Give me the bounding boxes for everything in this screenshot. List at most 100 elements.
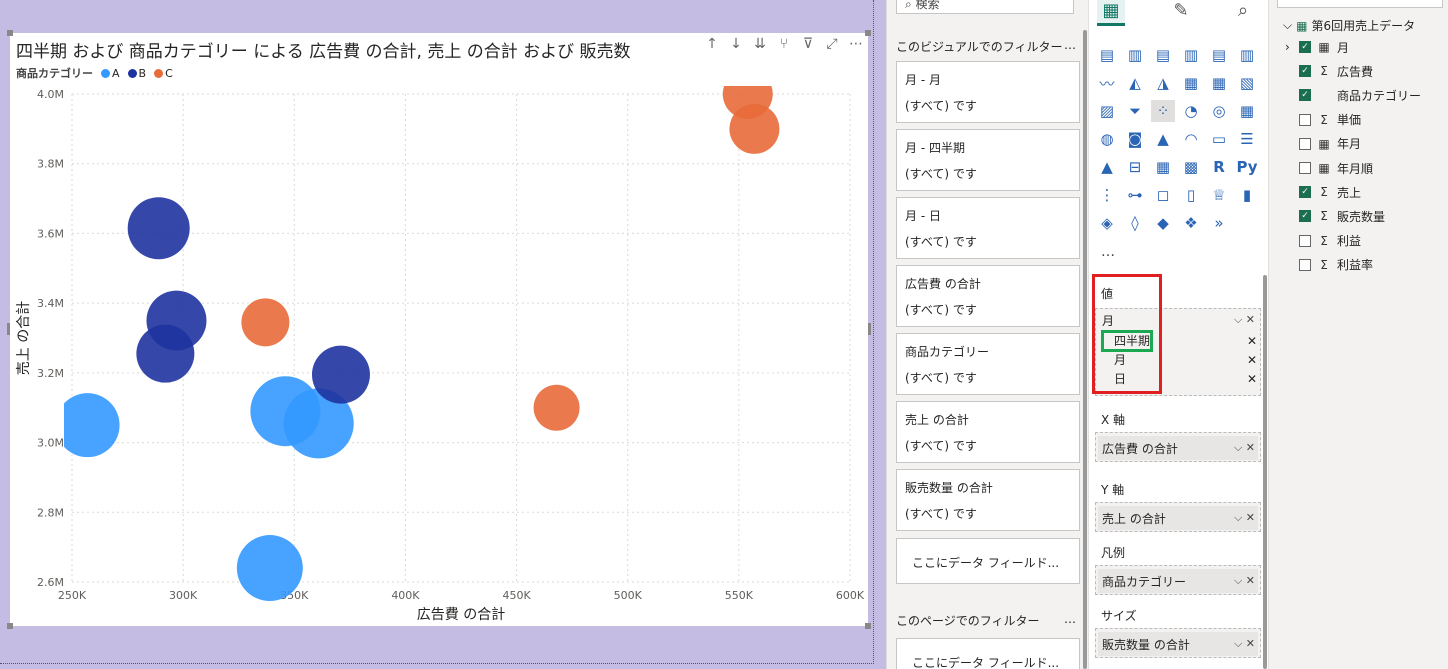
- y-axis-well[interactable]: 売上 の合計 ⌵ ✕: [1095, 502, 1261, 532]
- filter-icon[interactable]: ⊽: [800, 36, 816, 52]
- smart-narrative-icon[interactable]: ▯: [1179, 184, 1203, 206]
- chevron-down-icon[interactable]: ⌵: [1283, 18, 1292, 33]
- filter-search-input[interactable]: ⌕ 検索: [896, 0, 1074, 14]
- visual-filter-drop-zone[interactable]: ここにデータ フィールド...: [896, 538, 1080, 584]
- field-checkbox[interactable]: ✓: [1299, 186, 1311, 199]
- expand-all-icon[interactable]: ⇊: [752, 36, 768, 52]
- funnel-icon[interactable]: ⏷: [1123, 100, 1147, 122]
- stacked-bar-chart-icon[interactable]: ▤: [1095, 44, 1119, 66]
- card-icon[interactable]: ▭: [1207, 128, 1231, 150]
- legend-item-b[interactable]: B: [127, 67, 146, 80]
- remove-field-icon[interactable]: ✕: [1246, 637, 1255, 650]
- bubble-c[interactable]: [533, 384, 580, 431]
- field-item[interactable]: ✓ Σ 販売数量: [1299, 207, 1385, 225]
- 100-stacked-bar-chart-icon[interactable]: ▤: [1207, 44, 1231, 66]
- decomposition-tree-icon[interactable]: ⊶: [1123, 184, 1147, 206]
- legend-item-c[interactable]: C: [154, 67, 173, 80]
- field-checkbox[interactable]: [1299, 258, 1311, 271]
- qa-icon[interactable]: ◻: [1151, 184, 1175, 206]
- field-item[interactable]: Σ 利益: [1299, 232, 1361, 250]
- filter-card[interactable]: 販売数量 の合計 (すべて) です: [896, 469, 1080, 531]
- resize-handle[interactable]: [868, 323, 871, 335]
- python-visual-icon[interactable]: Py: [1235, 156, 1259, 178]
- matrix-icon[interactable]: ▩: [1179, 156, 1203, 178]
- bubble-a[interactable]: [56, 393, 120, 458]
- fields-search-input[interactable]: [1277, 0, 1443, 8]
- arcgis-map-icon[interactable]: ◆: [1151, 212, 1175, 234]
- key-influencers-icon[interactable]: ⋮: [1095, 184, 1119, 206]
- field-checkbox[interactable]: ✓: [1299, 89, 1311, 102]
- metrics-icon[interactable]: ♕: [1207, 184, 1231, 206]
- ribbon-chart-icon[interactable]: ▧: [1235, 72, 1259, 94]
- clustered-bar-chart-icon[interactable]: ▤: [1151, 44, 1175, 66]
- resize-handle[interactable]: [7, 623, 13, 629]
- field-checkbox[interactable]: ✓: [1299, 65, 1311, 78]
- filter-card[interactable]: 月 - 月 (すべて) です: [896, 61, 1080, 123]
- area-chart-icon[interactable]: ◭: [1123, 72, 1147, 94]
- focus-mode-icon[interactable]: ⤢: [824, 36, 840, 52]
- legend-well[interactable]: 商品カテゴリー ⌵ ✕: [1095, 565, 1261, 595]
- remove-field-icon[interactable]: ✕: [1247, 353, 1257, 367]
- bubble-c[interactable]: [729, 103, 780, 154]
- remove-field-icon[interactable]: ✕: [1246, 441, 1255, 454]
- bubble-b[interactable]: [127, 197, 190, 260]
- field-item[interactable]: ▦ 年月順: [1299, 159, 1373, 177]
- field-checkbox[interactable]: [1299, 137, 1311, 150]
- slicer-icon[interactable]: ⊟: [1123, 156, 1147, 178]
- chevron-down-icon[interactable]: ⌵: [1234, 313, 1242, 326]
- page-filter-drop-zone[interactable]: ここにデータ フィールド...: [896, 638, 1080, 669]
- build-visual-tab-icon[interactable]: ▦: [1097, 0, 1125, 26]
- field-item[interactable]: › ✓ ▦ 月: [1285, 38, 1349, 56]
- bubble-a[interactable]: [236, 535, 303, 602]
- remove-field-icon[interactable]: ✕: [1246, 313, 1255, 326]
- arrow-down-icon[interactable]: ↓: [728, 36, 744, 52]
- donut-chart-icon[interactable]: ◎: [1207, 100, 1231, 122]
- x-axis-field[interactable]: 広告費 の合計 ⌵ ✕: [1098, 436, 1258, 460]
- scatter-chart-icon[interactable]: ⁘: [1151, 100, 1175, 122]
- r-visual-icon[interactable]: R: [1207, 156, 1231, 178]
- field-item[interactable]: ✓ Σ 売上: [1299, 183, 1361, 201]
- size-field[interactable]: 販売数量 の合計 ⌵ ✕: [1098, 632, 1258, 656]
- scatter-chart-visual[interactable]: 250K 300K 350K 400K 450K 500K 550K 600K 2.6M 2.8M…: [7, 30, 871, 629]
- remove-field-icon[interactable]: ✕: [1246, 511, 1255, 524]
- legend-field[interactable]: 商品カテゴリー ⌵ ✕: [1098, 569, 1258, 593]
- resize-handle[interactable]: [865, 623, 871, 629]
- treemap-icon[interactable]: ▦: [1235, 100, 1259, 122]
- chevron-down-icon[interactable]: ⌵: [1234, 441, 1242, 454]
- 100-stacked-column-chart-icon[interactable]: ▥: [1235, 44, 1259, 66]
- remove-field-icon[interactable]: ✕: [1247, 334, 1257, 348]
- field-checkbox[interactable]: ✓: [1299, 41, 1311, 53]
- clustered-column-chart-icon[interactable]: ▥: [1179, 44, 1203, 66]
- filter-card[interactable]: 月 - 日 (すべて) です: [896, 197, 1080, 259]
- stacked-area-chart-icon[interactable]: ◮: [1151, 72, 1175, 94]
- kpi-icon[interactable]: ▲: [1095, 156, 1119, 178]
- filled-map-icon[interactable]: ◙: [1123, 128, 1147, 150]
- remove-field-icon[interactable]: ✕: [1246, 574, 1255, 587]
- x-axis-well[interactable]: 広告費 の合計 ⌵ ✕: [1095, 432, 1261, 462]
- filter-card[interactable]: 広告費 の合計 (すべて) です: [896, 265, 1080, 327]
- field-checkbox[interactable]: [1299, 234, 1311, 247]
- table-node[interactable]: ⌵ ▦ 第6回用売上データ: [1283, 17, 1415, 34]
- chevron-down-icon[interactable]: ⌵: [1234, 511, 1242, 524]
- resize-handle[interactable]: [7, 30, 13, 36]
- paginated-report-icon[interactable]: ▮: [1235, 184, 1259, 206]
- pie-chart-icon[interactable]: ◔: [1179, 100, 1203, 122]
- bubble-b[interactable]: [311, 345, 370, 404]
- y-axis-field[interactable]: 売上 の合計 ⌵ ✕: [1098, 506, 1258, 530]
- power-automate-icon[interactable]: ◊: [1123, 212, 1147, 234]
- field-item[interactable]: ✓ 商品カテゴリー: [1299, 86, 1421, 104]
- format-visual-tab-icon[interactable]: ✎: [1167, 0, 1195, 26]
- chevron-right-icon[interactable]: ›: [1285, 40, 1293, 54]
- filter-card[interactable]: 売上 の合計 (すべて) です: [896, 401, 1080, 463]
- line-stacked-column-icon[interactable]: ▦: [1207, 72, 1231, 94]
- more-visuals-icon[interactable]: …: [1101, 244, 1115, 260]
- waterfall-chart-icon[interactable]: ▨: [1095, 100, 1119, 122]
- field-checkbox[interactable]: ✓: [1299, 210, 1311, 223]
- table-icon[interactable]: ▦: [1151, 156, 1175, 178]
- resize-handle[interactable]: [865, 30, 871, 36]
- resize-handle[interactable]: [7, 323, 10, 335]
- multi-row-card-icon[interactable]: ☰: [1235, 128, 1259, 150]
- analytics-tab-icon[interactable]: ⌕: [1229, 0, 1257, 26]
- scrollbar[interactable]: [1263, 275, 1267, 669]
- more-options-icon[interactable]: …: [1064, 38, 1076, 55]
